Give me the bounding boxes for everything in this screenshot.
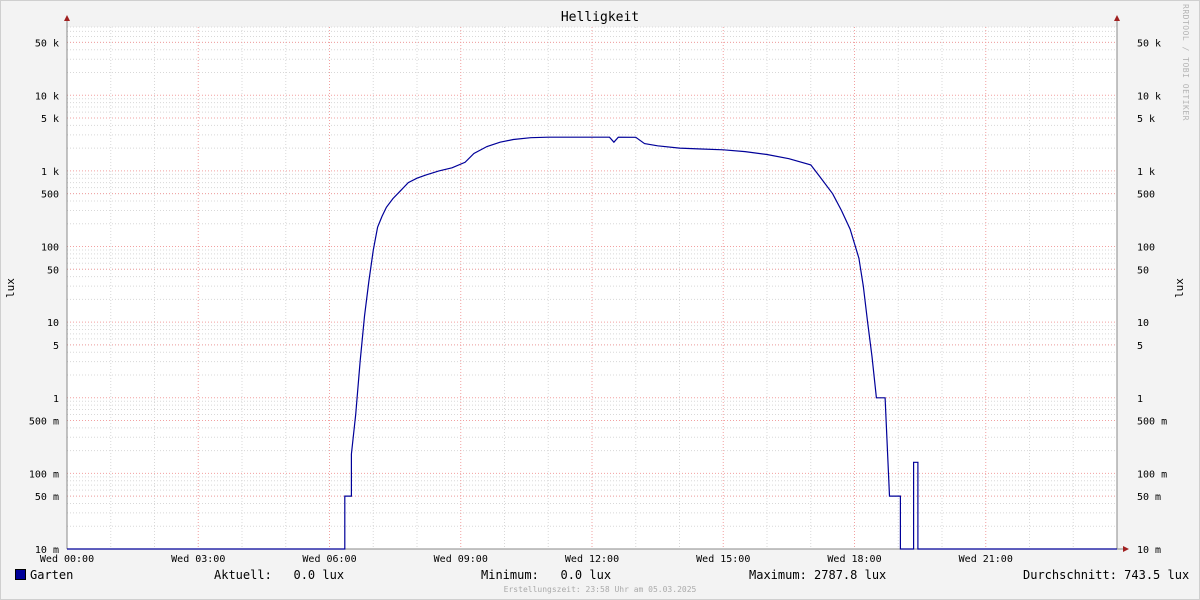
- y-tick-label-right: 50 m: [1137, 492, 1161, 503]
- x-tick-label: Wed 18:00: [827, 554, 881, 565]
- y-tick-label-right: 1: [1137, 394, 1143, 405]
- y-tick-label-right: 100 m: [1137, 469, 1167, 480]
- y-tick-label-right: 100: [1137, 243, 1155, 254]
- y-tick-label-left: 100 m: [29, 469, 59, 480]
- stat-durchschnitt: Durchschnitt: 743.5 lux: [1023, 568, 1190, 582]
- x-tick-label: Wed 09:00: [434, 554, 488, 565]
- x-tick-label: Wed 21:00: [959, 554, 1013, 565]
- y-tick-label-right: 10: [1137, 318, 1149, 329]
- y-tick-label-left: 50: [47, 265, 59, 276]
- chart-canvas: 50 k 50 k 10 k 10 k 5 k 5 k 1 k 1 k 500 500 100 100…: [4, 15, 1186, 565]
- x-tick-label: Wed 06:00: [302, 554, 356, 565]
- y-axis-label-right: lux: [1173, 278, 1186, 298]
- y-tick-label-right: 10 k: [1137, 91, 1161, 102]
- x-tick-label: Wed 00:00: [40, 554, 94, 565]
- x-tick-label: Wed 03:00: [171, 554, 225, 565]
- y-tick-label-right: 5 k: [1137, 114, 1155, 125]
- y-tick-label-right: 1 k: [1137, 167, 1155, 178]
- y-tick-label-left: 1: [53, 394, 59, 405]
- y-tick-label-left: 50 m: [35, 492, 59, 503]
- y-tick-label-right: 500: [1137, 190, 1155, 201]
- y-tick-label-left: 100: [41, 243, 59, 254]
- y-tick-label-left: 5 k: [41, 114, 59, 125]
- legend-swatch-garten: [15, 569, 26, 580]
- y-tick-label-left: 500 m: [29, 417, 59, 428]
- x-tick-label: Wed 15:00: [696, 554, 750, 565]
- stat-minimum: Minimum: 0.0 lux: [481, 568, 612, 582]
- y-tick-label-left: 10: [47, 318, 59, 329]
- y-tick-label-right: 50: [1137, 265, 1149, 276]
- y-axis-label-left: lux: [4, 278, 17, 298]
- creation-time-footer: Erstellungszeit: 23:58 Uhr am 05.03.2025: [503, 585, 697, 594]
- stat-maximum: Maximum: 2787.8 lux: [749, 568, 887, 582]
- y-tick-label-left: 10 k: [35, 91, 59, 102]
- y-tick-label-right: 50 k: [1137, 38, 1161, 49]
- y-tick-label-left: 5: [53, 341, 59, 352]
- legend-series-name: Garten: [30, 568, 74, 582]
- y-tick-label-left: 1 k: [41, 167, 59, 178]
- stat-aktuell: Aktuell: 0.0 lux: [214, 568, 345, 582]
- y-tick-label-left: 500: [41, 190, 59, 201]
- legend-row: Garten Aktuell: 0.0 lux Minimum: 0.0 lux…: [0, 568, 1200, 584]
- chart-title: Helligkeit: [560, 10, 640, 25]
- y-tick-label-left: 50 k: [35, 38, 59, 49]
- rrdtool-watermark: RRDTOOL / TOBI OETIKER: [1181, 4, 1190, 121]
- x-tick-label: Wed 12:00: [565, 554, 619, 565]
- x-axis-arrow: [1123, 546, 1129, 552]
- y-tick-label-right: 500 m: [1137, 417, 1167, 428]
- y-tick-label-right: 10 m: [1137, 545, 1161, 556]
- y-tick-label-right: 5: [1137, 341, 1143, 352]
